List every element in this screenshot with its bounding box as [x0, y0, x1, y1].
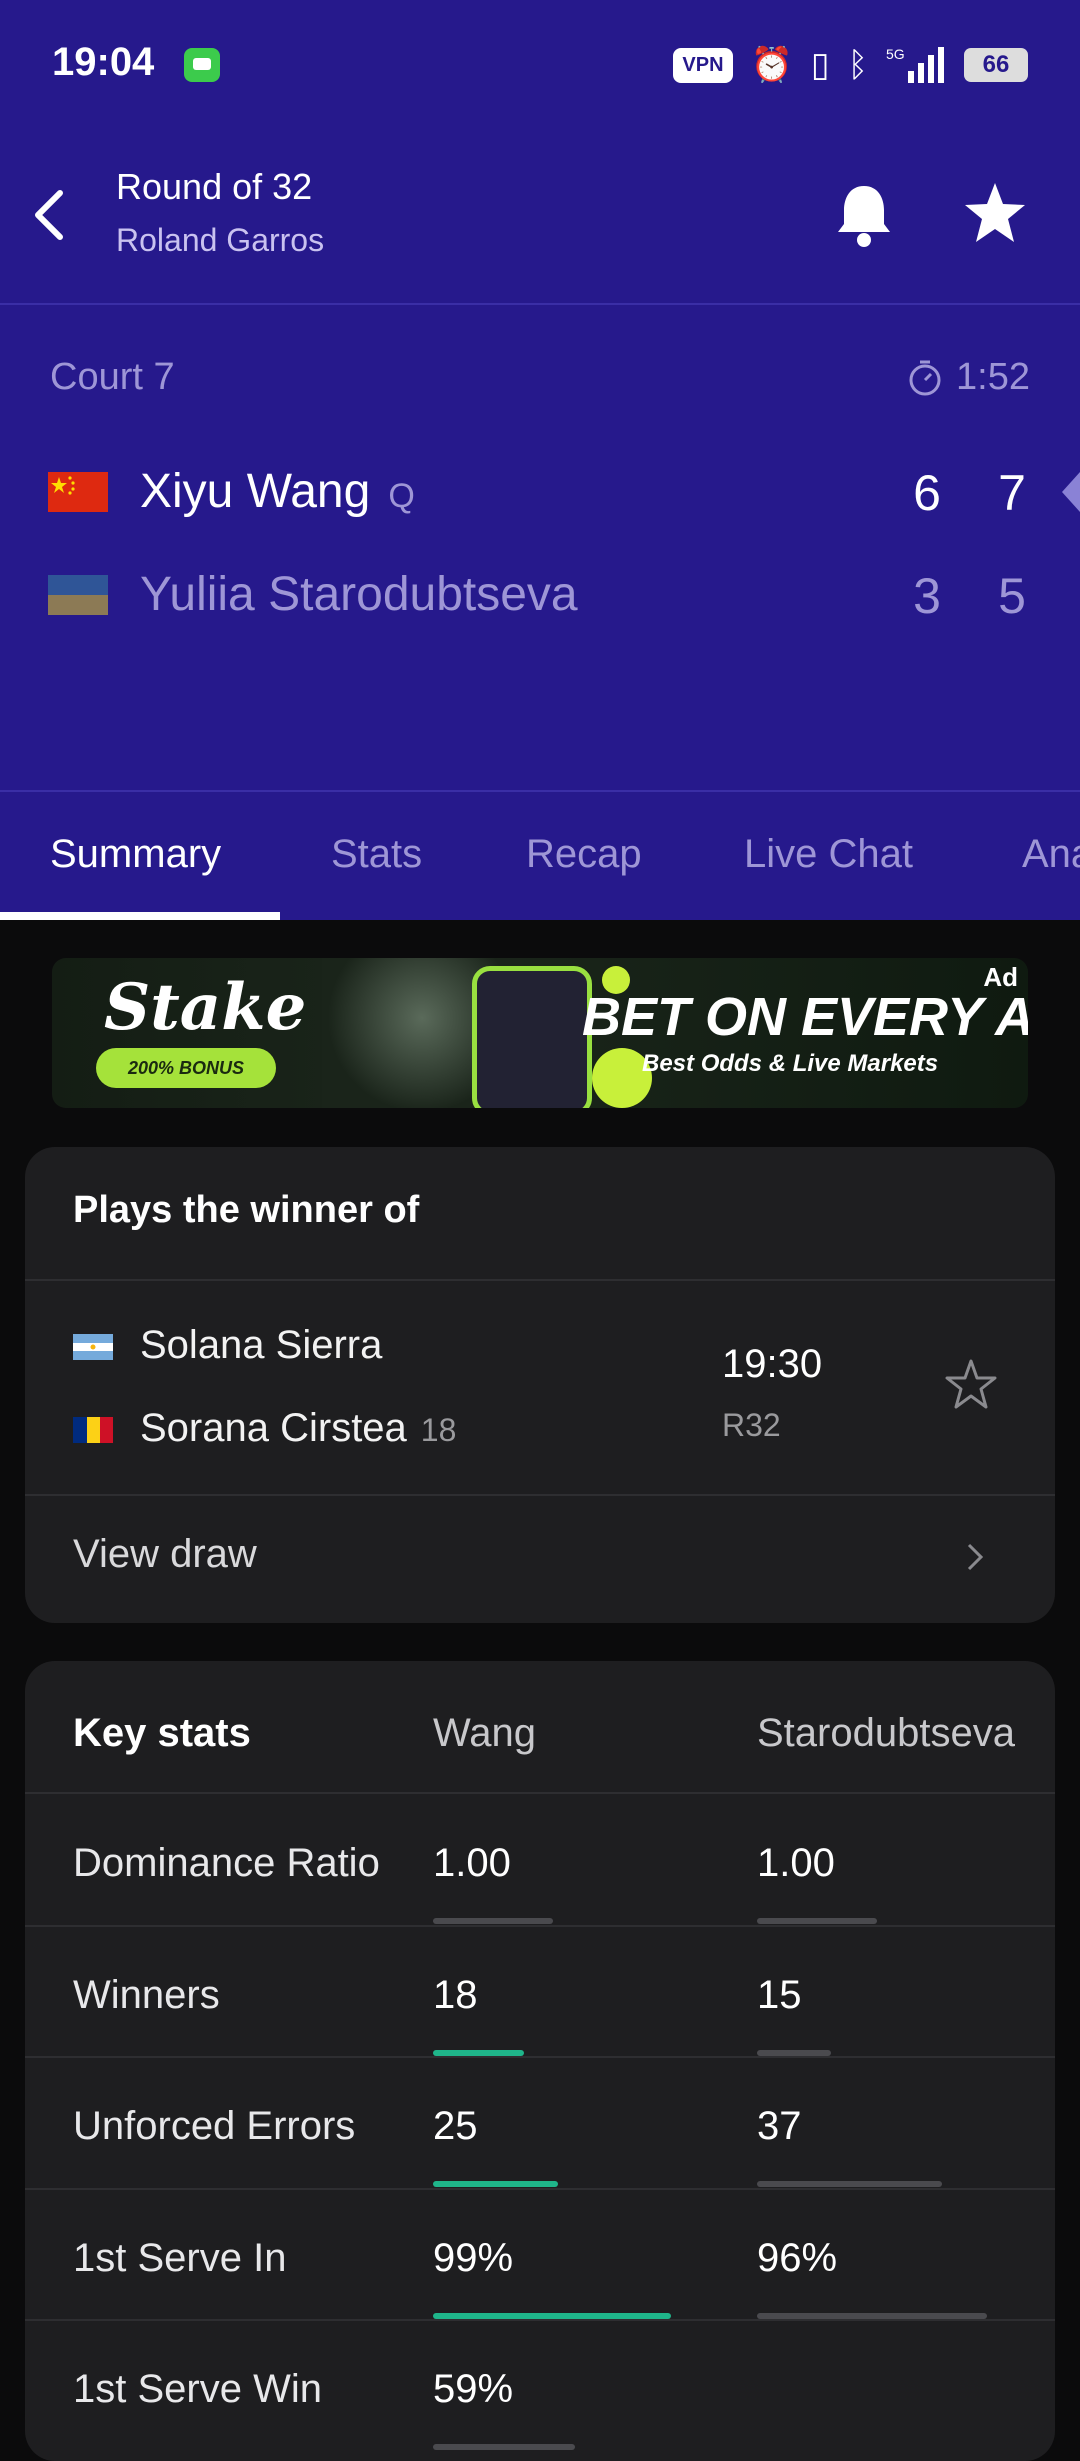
tab-bar: Summary Stats Recap Live Chat Ana [0, 790, 1080, 922]
messages-notification-icon [184, 48, 220, 82]
divider [25, 2319, 1055, 2321]
player-2-name: Yuliia Starodubtseva [140, 568, 578, 621]
stopwatch-icon [909, 360, 941, 395]
stat-bar-wang [433, 2049, 524, 2056]
view-draw-link[interactable]: View draw [73, 1532, 257, 1577]
opponent-2: Sorana Cirstea 18 [140, 1406, 456, 1451]
stat-label: Winners [73, 1972, 220, 2017]
top-app-bar: Round of 32 Roland Garros [0, 150, 1080, 300]
stat-label: Unforced Errors [73, 2104, 356, 2148]
bluetooth-icon: ᛒ [847, 46, 868, 84]
ad-subline: Best Odds & Live Markets [642, 1050, 939, 1077]
next-match-title: Plays the winner of [73, 1189, 420, 1231]
player-1-name: Xiyu Wang [140, 465, 371, 518]
divider [25, 2056, 1055, 2058]
tab-recap[interactable]: Recap [526, 832, 642, 877]
player-2-set-1: 3 [913, 568, 941, 624]
status-bar: 19:04 VPN ⏰ ▯ ᛒ 5G 66 [0, 0, 1080, 130]
ukraine-flag-icon [48, 575, 108, 615]
stat-bar-wang [433, 2444, 575, 2450]
stat-value-starodubtseva: 96% [757, 2235, 838, 2280]
header-divider [0, 303, 1080, 305]
stat-value-starodubtseva: 37 [757, 2104, 802, 2148]
favorite-star-icon[interactable] [962, 180, 1028, 246]
match-duration: 1:52 [908, 356, 1030, 399]
stat-value-wang: 59% [433, 2367, 514, 2411]
stat-label: 1st Serve Win [73, 2367, 322, 2411]
stat-value-wang: 18 [433, 1972, 478, 2017]
vibrate-icon: ▯ [810, 46, 830, 84]
tab-analysis[interactable]: Ana [1022, 832, 1080, 877]
key-stats-card: Key stats Wang Starodubtseva Dominance R… [25, 1661, 1055, 2461]
duration-value: 1:52 [956, 356, 1030, 398]
stat-label: Dominance Ratio [73, 1841, 380, 1885]
status-icons: VPN ⏰ ▯ ᛒ 5G 66 [673, 40, 1028, 90]
court-name: Court 7 [50, 356, 175, 398]
key-stats-title: Key stats [73, 1711, 251, 1755]
opponent-2-name: Sorana Cirstea [140, 1406, 407, 1450]
divider [25, 1792, 1055, 1794]
player-1-set-1: 6 [913, 465, 941, 521]
divider [25, 2187, 1055, 2190]
player-name: Xiyu Wang Q [140, 464, 415, 519]
back-arrow-icon[interactable] [30, 185, 70, 245]
stat-bar-starodubtseva [757, 2049, 831, 2056]
next-match-round: R32 [722, 1407, 781, 1443]
page-title: Round of 32 [116, 166, 313, 207]
chevron-right-icon [967, 1543, 984, 1571]
active-tab-indicator [0, 912, 280, 920]
player-1-set-2: 7 [998, 465, 1026, 521]
next-match-card: Plays the winner of Solana Sierra Sorana… [25, 1147, 1055, 1623]
status-time: 19:04 [52, 40, 155, 84]
tab-summary[interactable]: Summary [50, 832, 221, 877]
stat-value-wang: 1.00 [433, 1841, 511, 1885]
stat-bar-wang [433, 2181, 558, 2187]
ad-headline: BET ON EVERY ACE. [582, 987, 1028, 1047]
star-outline-icon[interactable] [943, 1357, 999, 1413]
divider [25, 1494, 1055, 1496]
tab-live-chat[interactable]: Live Chat [744, 832, 913, 877]
tournament-name: Roland Garros [116, 222, 325, 258]
next-match-time: 19:30 [722, 1342, 823, 1386]
stat-bar-starodubtseva [757, 2181, 942, 2187]
key-stats-col-starodubtseva: Starodubtseva [757, 1711, 1015, 1755]
alarm-icon: ⏰ [750, 46, 793, 84]
key-stats-col-wang: Wang [433, 1711, 537, 1755]
battery-icon: 66 [964, 48, 1028, 82]
stat-value-wang: 99% [433, 2235, 514, 2280]
ad-bonus-badge: 200% BONUS [96, 1048, 276, 1088]
player-row-2[interactable]: Yuliia Starodubtseva 3 5 [0, 555, 1080, 635]
argentina-flag-icon [73, 1334, 113, 1360]
divider [25, 1279, 1055, 1281]
network-type: 5G [886, 46, 905, 62]
stat-bar-wang [433, 1918, 553, 1924]
stat-label: 1st Serve In [73, 2235, 287, 2280]
stat-bar-wang [433, 2312, 671, 2319]
china-flag-icon [48, 472, 108, 512]
player-2-set-2: 5 [998, 568, 1026, 624]
stat-bar-starodubtseva [757, 1918, 877, 1924]
signal-icon: 5G [886, 46, 944, 83]
ad-label: Ad [983, 962, 1018, 992]
romania-flag-icon [73, 1417, 113, 1443]
stat-bar-starodubtseva [757, 2312, 987, 2319]
player-row-1[interactable]: Xiyu Wang Q 6 7 [0, 452, 1080, 532]
match-header: 19:04 VPN ⏰ ▯ ᛒ 5G 66 Round of 32 Roland… [0, 0, 1080, 920]
opponent-1-name: Solana Sierra [140, 1323, 383, 1367]
bell-icon[interactable] [832, 180, 896, 250]
stat-value-starodubtseva: 1.00 [757, 1841, 835, 1885]
ad-banner[interactable]: Stake 200% BONUS BET ON EVERY ACE. Best … [52, 958, 1028, 1108]
serving-indicator-icon [1062, 472, 1080, 512]
player-1-seed: Q [388, 477, 415, 515]
divider [25, 1924, 1055, 1927]
ad-phone-image [472, 966, 592, 1108]
stat-value-wang: 25 [433, 2104, 478, 2148]
player-name: Yuliia Starodubtseva [140, 567, 578, 622]
stat-value-starodubtseva: 15 [757, 1972, 802, 2017]
ad-brand-logo: Stake [104, 970, 307, 1045]
tab-stats[interactable]: Stats [331, 832, 422, 877]
vpn-icon: VPN [673, 47, 733, 83]
opponent-2-seed: 18 [420, 1412, 457, 1448]
